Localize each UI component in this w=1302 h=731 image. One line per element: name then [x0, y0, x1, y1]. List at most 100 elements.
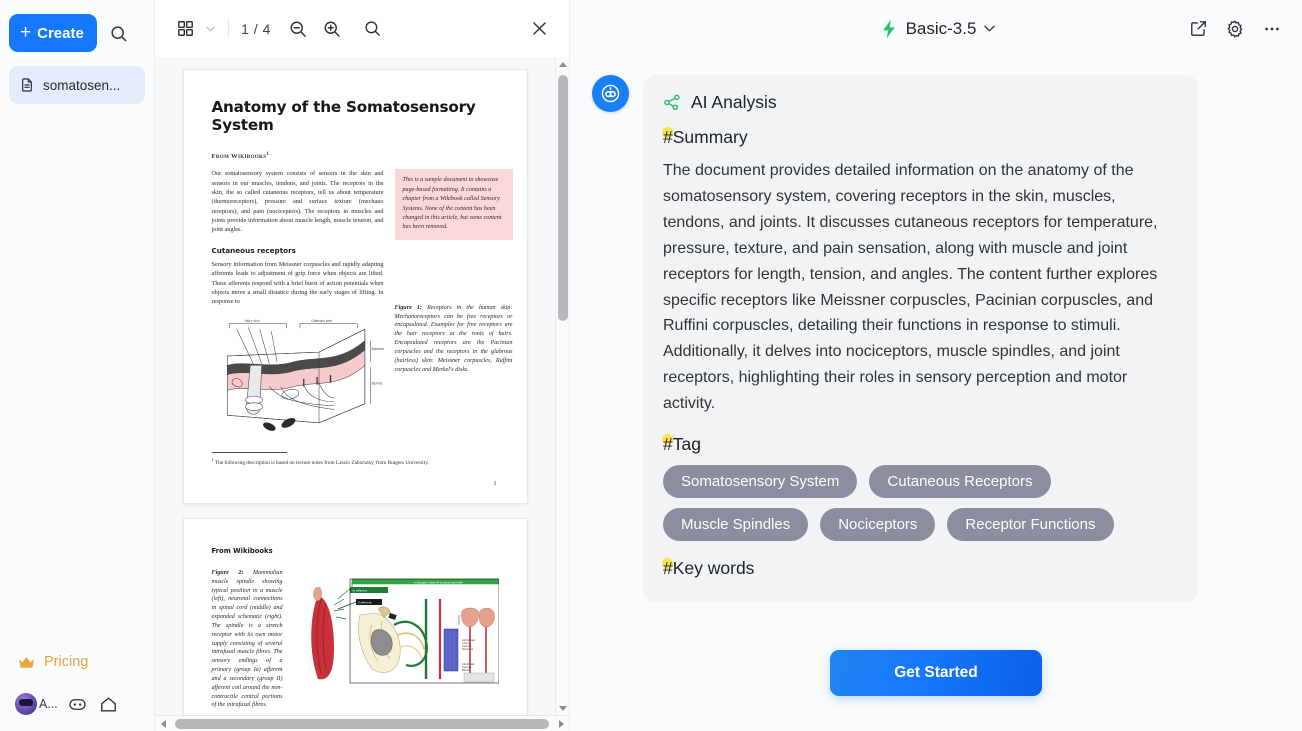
- caret-up-icon: [558, 61, 567, 67]
- caret-left-icon: [160, 719, 166, 728]
- sidebar-header: + Create: [0, 0, 154, 52]
- bot-avatar: [592, 75, 629, 112]
- keywords-heading: #Key words: [663, 558, 755, 579]
- figure-2-caption: Figure 2: Mammalian muscle spindle showi…: [212, 569, 283, 710]
- section-heading: Cutaneous receptors: [211, 245, 296, 255]
- muscle-spindle-figure: enlarged view of muscle spindle Ia affer…: [293, 569, 499, 697]
- scroll-left-button[interactable]: [155, 716, 171, 731]
- discord-button[interactable]: [67, 693, 89, 715]
- create-button-label: Create: [37, 24, 84, 42]
- horizontal-scroll-thumb[interactable]: [175, 718, 549, 729]
- page2-columns: Figure 2: Mammalian muscle spindle showi…: [212, 569, 499, 710]
- close-viewer-button[interactable]: [523, 13, 555, 45]
- summary-text: The document provides detailed informati…: [663, 162, 1158, 413]
- tag-pill[interactable]: Nociceptors: [820, 508, 936, 542]
- svg-text:fibers: fibers: [462, 668, 470, 672]
- skin-cross-section-figure: Hairy skin Glabrous skin Epidermis Dermis: [226, 319, 387, 431]
- pdf-page-container: Anatomy of the Somatosensory System From…: [155, 57, 555, 715]
- sidebar-footer-icons: A...: [11, 693, 145, 715]
- pdf-scroll-area[interactable]: Anatomy of the Somatosensory System From…: [155, 57, 569, 731]
- svg-text:enlarged view of muscle spindl: enlarged view of muscle spindle: [414, 580, 463, 584]
- discord-icon: [69, 698, 86, 710]
- lightning-bolt-icon: [882, 19, 895, 38]
- sidebar-search-button[interactable]: [101, 16, 135, 50]
- figure-1-caption: Figure 1: Receptors in the human skin: M…: [395, 304, 513, 375]
- zoom-out-icon: [290, 21, 306, 37]
- app-root: + Create somatosen... Pricing A... 1 / 4…: [0, 0, 1302, 731]
- close-icon: [532, 22, 546, 35]
- page1-columns: Our somatosensory system consists of sen…: [211, 169, 513, 446]
- pricing-link[interactable]: Pricing: [11, 647, 145, 677]
- page2-source: From Wikibooks: [211, 547, 273, 555]
- figure-2-label: Figure 2:: [211, 570, 244, 576]
- bot-avatar-icon: [599, 82, 622, 105]
- tag-pill[interactable]: Cutaneous Receptors: [869, 465, 1051, 499]
- pricing-label: Pricing: [44, 654, 89, 670]
- share-network-icon: [664, 94, 680, 111]
- caret-down-icon: [558, 705, 567, 711]
- pdf-search-button[interactable]: [356, 13, 388, 45]
- chat-header: Basic-3.5: [570, 0, 1302, 57]
- sidebar-document-list: somatosen...: [0, 52, 154, 647]
- pdf-horizontal-scrollbar[interactable]: [155, 715, 569, 731]
- create-button[interactable]: + Create: [9, 14, 97, 52]
- svg-text:Ia afferent: Ia afferent: [352, 589, 367, 593]
- pdf-page-1: Anatomy of the Somatosensory System From…: [182, 69, 528, 504]
- chat-header-actions: [1182, 13, 1288, 45]
- crown-icon: [19, 656, 34, 668]
- settings-button[interactable]: [1219, 13, 1251, 45]
- tag-pill[interactable]: Somatosensory System: [663, 465, 858, 499]
- tag-pill[interactable]: Receptor Functions: [947, 508, 1114, 542]
- document-source: From Wikibooks1: [212, 152, 499, 160]
- svg-text:Hairy skin: Hairy skin: [244, 319, 259, 323]
- pdf-viewer: 1 / 4 Anatomy of the Somatosensory Syste…: [155, 0, 570, 731]
- zoom-out-button[interactable]: [282, 13, 314, 45]
- model-selector[interactable]: Basic-3.5: [872, 15, 1004, 43]
- avatar: [15, 693, 37, 715]
- open-external-button[interactable]: [1182, 13, 1214, 45]
- get-started-button[interactable]: Get Started: [830, 650, 1042, 696]
- scroll-right-button[interactable]: [553, 716, 569, 731]
- document-title: Anatomy of the Somatosensory System: [211, 98, 476, 134]
- figure-1-text: Receptors in the human skin: Mechanorece…: [394, 304, 513, 373]
- source-text: From Wikibooks: [211, 153, 267, 161]
- ai-analysis-title-row: AI Analysis: [663, 92, 1178, 113]
- toolbar-divider: [228, 19, 229, 38]
- scroll-down-button[interactable]: [556, 701, 570, 715]
- grid-view-button[interactable]: [169, 13, 201, 45]
- chevron-down-icon: [984, 25, 996, 32]
- more-options-button[interactable]: [1256, 13, 1288, 45]
- page-indicator: 1 / 4: [241, 20, 271, 37]
- sample-callout: This is a sample document to showcase pa…: [394, 169, 513, 240]
- footnote-text: The following description is based on le…: [214, 459, 429, 466]
- zoom-in-icon: [324, 21, 340, 37]
- footnote-number: 1: [211, 456, 214, 462]
- vertical-scroll-track[interactable]: [556, 71, 570, 701]
- scroll-up-button[interactable]: [556, 57, 570, 71]
- grid-view-dropdown[interactable]: [203, 26, 217, 32]
- gear-icon: [1227, 20, 1243, 37]
- horizontal-scroll-track[interactable]: [171, 716, 553, 731]
- keywords-heading-row: #Key words: [662, 558, 1178, 579]
- summary-heading-row: #Summary: [662, 127, 1178, 148]
- pdf-vertical-scrollbar[interactable]: [555, 57, 569, 715]
- account-button[interactable]: A...: [15, 693, 58, 715]
- caret-right-icon: [558, 719, 564, 728]
- figure-1-label: Figure 1:: [394, 304, 422, 311]
- svg-text:II afferent: II afferent: [358, 601, 372, 605]
- sidebar-item-somatosensory[interactable]: somatosen...: [9, 66, 145, 104]
- tag-pill[interactable]: Muscle Spindles: [663, 508, 809, 542]
- home-button[interactable]: [98, 693, 120, 715]
- svg-text:Glabrous skin: Glabrous skin: [311, 319, 332, 323]
- tag-heading-row: #Tag: [662, 434, 1178, 455]
- ai-analysis-title: AI Analysis: [691, 92, 777, 112]
- vertical-scroll-thumb[interactable]: [557, 75, 568, 321]
- zoom-in-button[interactable]: [316, 13, 348, 45]
- document-icon: [22, 78, 32, 92]
- svg-text:Dermis: Dermis: [371, 381, 382, 385]
- model-name: Basic-3.5: [905, 18, 977, 38]
- account-name: A...: [39, 697, 58, 711]
- sidebar: + Create somatosen... Pricing A...: [0, 0, 155, 731]
- search-icon: [110, 25, 126, 41]
- search-icon: [364, 21, 380, 36]
